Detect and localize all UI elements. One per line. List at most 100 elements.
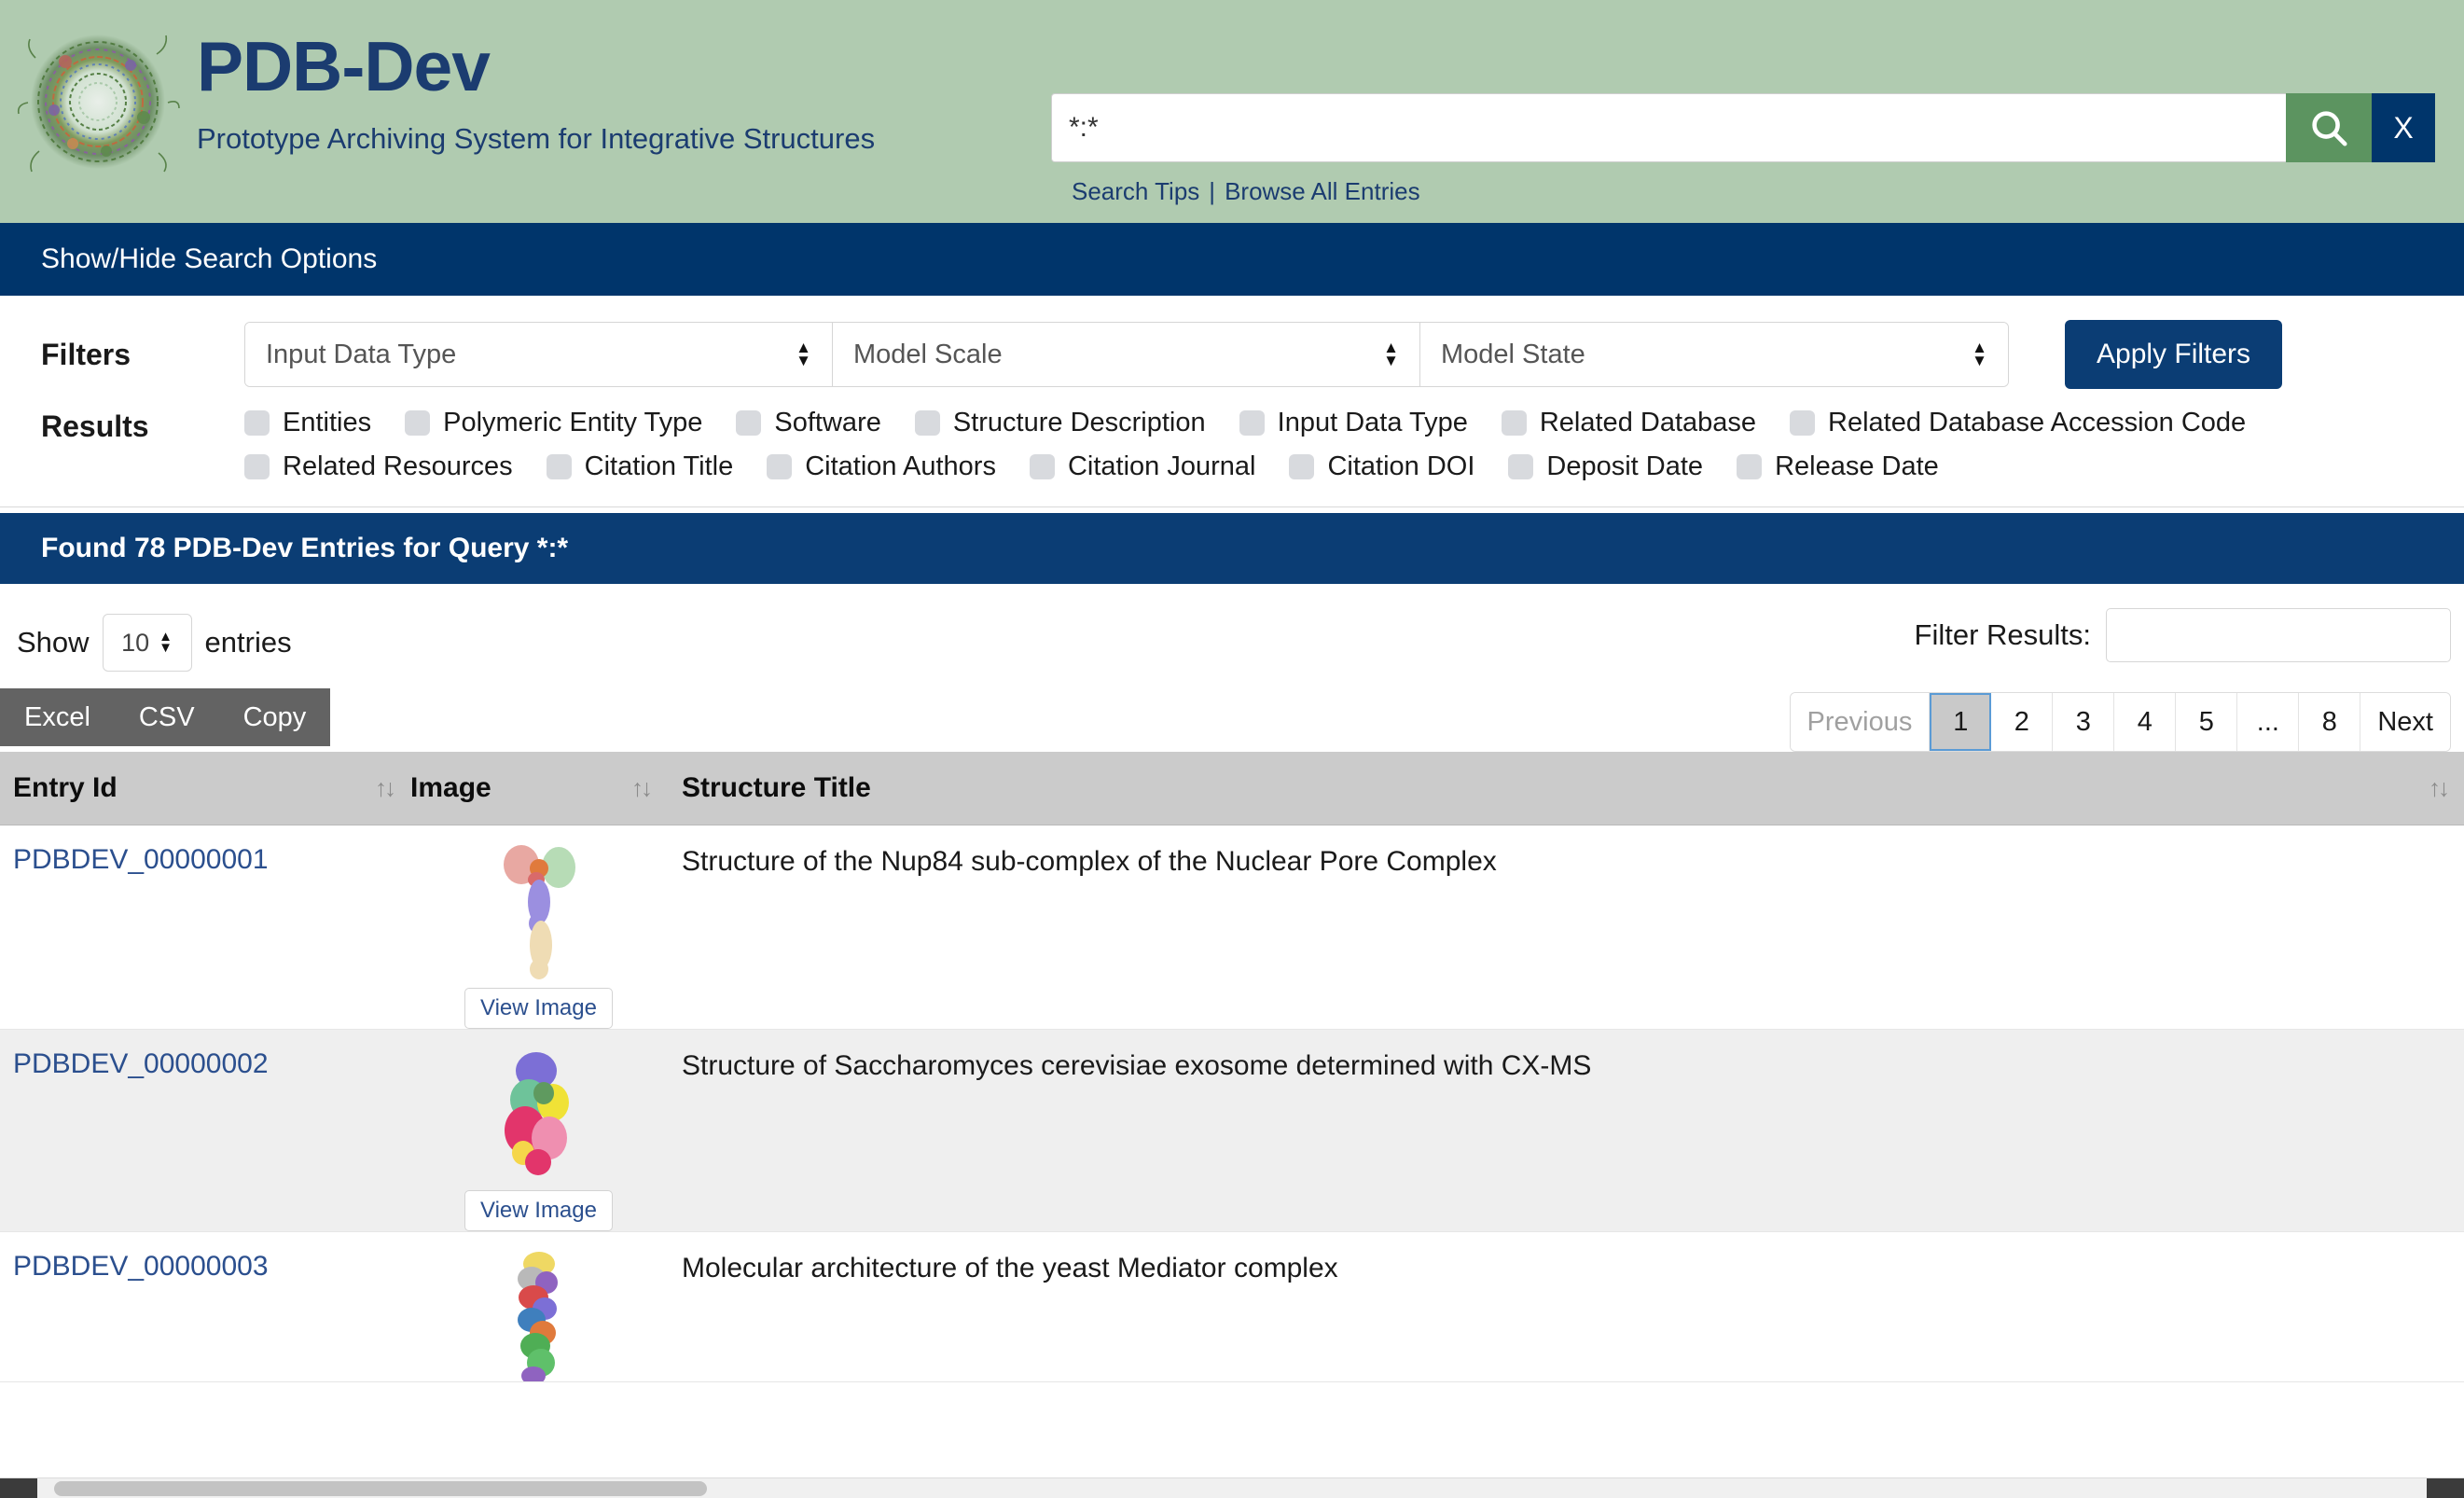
pagination-page-4[interactable]: 4	[2114, 693, 2177, 751]
pagination-page-2[interactable]: 2	[1991, 693, 2054, 751]
entry-id-link[interactable]: PDBDEV_00000002	[13, 1048, 269, 1079]
select-model-scale[interactable]: Model Scale ▲ ▼	[833, 323, 1420, 386]
show-hide-search-options-bar[interactable]: Show/Hide Search Options	[0, 223, 2464, 296]
checkbox-box-icon[interactable]	[244, 410, 270, 436]
entry-id-link[interactable]: PDBDEV_00000001	[13, 844, 269, 875]
results-columns-row: Results Entities Polymeric Entity Type S…	[0, 408, 2464, 482]
checkbox-label: Related Database Accession Code	[1828, 408, 2247, 437]
entry-id-link[interactable]: PDBDEV_00000003	[13, 1251, 269, 1282]
checkbox-box-icon[interactable]	[736, 410, 762, 436]
checkbox-label: Release Date	[1775, 451, 1939, 481]
checkbox-box-icon[interactable]	[1790, 410, 1816, 436]
search-zone: X Search Tips | Browse All Entries	[1051, 93, 2450, 206]
search-submit-button[interactable]	[2286, 93, 2372, 162]
checkbox-citation-doi[interactable]: Citation DOI	[1289, 451, 1474, 482]
checkbox-entities[interactable]: Entities	[244, 408, 371, 438]
select-model-state[interactable]: Model State ▲ ▼	[1420, 323, 2008, 386]
search-tips-link[interactable]: Search Tips	[1072, 177, 1199, 205]
show-label: Show	[17, 626, 90, 659]
checkbox-input-data-type[interactable]: Input Data Type	[1239, 408, 1468, 438]
checkbox-box-icon[interactable]	[914, 410, 940, 436]
column-header-label: Structure Title	[682, 771, 871, 803]
checkbox-software[interactable]: Software	[736, 408, 881, 438]
clear-search-button[interactable]: X	[2372, 93, 2435, 162]
sort-updown-icon[interactable]: ↑↓	[631, 773, 653, 802]
checkbox-box-icon[interactable]	[1501, 410, 1527, 436]
apply-filters-button[interactable]: Apply Filters	[2065, 320, 2283, 389]
checkbox-label: Deposit Date	[1546, 451, 1704, 481]
column-header-label: Entry Id	[13, 771, 118, 803]
checkbox-deposit-date[interactable]: Deposit Date	[1508, 451, 1703, 482]
checkbox-box-icon[interactable]	[405, 410, 431, 436]
chevron-updown-icon: ▲ ▼	[1383, 339, 1399, 369]
checkbox-polymeric-entity-type[interactable]: Polymeric Entity Type	[405, 408, 702, 438]
thumbnail-holder	[410, 1251, 667, 1381]
export-csv-button[interactable]: CSV	[115, 688, 219, 746]
page-length-select[interactable]: 10 ▲ ▼	[102, 614, 192, 672]
cell-image	[410, 1231, 667, 1382]
filter-results-input[interactable]	[2106, 608, 2451, 662]
checkbox-box-icon[interactable]	[1029, 454, 1055, 479]
column-header-image[interactable]: Image ↑↓	[410, 752, 667, 825]
pagination-page-8[interactable]: 8	[2299, 693, 2361, 751]
pagination-previous[interactable]: Previous	[1790, 693, 1931, 751]
brand-text: PDB-Dev Prototype Archiving System for I…	[191, 13, 875, 156]
pagination-ellipsis[interactable]: ...	[2237, 693, 2300, 751]
table-row[interactable]: PDBDEV_00000003 Molecular architecture o…	[0, 1231, 2464, 1382]
checkbox-box-icon[interactable]	[1508, 454, 1534, 479]
checkbox-related-database-accession-code[interactable]: Related Database Accession Code	[1790, 408, 2246, 438]
page-length-value: 10	[121, 628, 150, 657]
select-input-data-type-value: Input Data Type	[266, 339, 457, 369]
view-image-button[interactable]: View Image	[464, 1189, 613, 1231]
horizontal-scrollbar[interactable]	[0, 1477, 2464, 1498]
cell-entry-id: PDBDEV_00000002	[0, 1029, 410, 1232]
search-input[interactable]	[1051, 93, 2286, 162]
checkbox-citation-authors[interactable]: Citation Authors	[767, 451, 996, 482]
export-copy-button[interactable]: Copy	[219, 688, 331, 746]
checkbox-citation-journal[interactable]: Citation Journal	[1029, 451, 1255, 482]
checkbox-box-icon[interactable]	[546, 454, 572, 479]
pagination-page-3[interactable]: 3	[2053, 693, 2115, 751]
sort-updown-icon[interactable]: ↑↓	[2429, 773, 2450, 802]
browse-all-entries-link[interactable]: Browse All Entries	[1225, 177, 1420, 205]
chevron-updown-icon: ▲ ▼	[796, 339, 811, 369]
checkbox-box-icon[interactable]	[767, 454, 793, 479]
checkbox-box-icon[interactable]	[244, 454, 270, 479]
checkbox-box-icon[interactable]	[1737, 454, 1763, 479]
checkbox-label: Citation DOI	[1327, 451, 1475, 481]
cell-image: View Image	[410, 1029, 667, 1232]
results-table: Entry Id ↑↓ Image ↑↓ Structure Title ↑↓ …	[0, 752, 2464, 1382]
pagination: Previous 1 2 3 4 5 ... 8 Next	[1789, 692, 2451, 752]
export-excel-button[interactable]: Excel	[0, 688, 115, 746]
table-row[interactable]: PDBDEV_00000002 View Image Structure of …	[0, 1029, 2464, 1232]
column-header-label: Image	[410, 771, 491, 803]
pagination-page-1[interactable]: 1	[1930, 693, 1992, 751]
filters-label: Filters	[41, 337, 132, 371]
column-header-entry-id[interactable]: Entry Id ↑↓	[0, 752, 410, 825]
checkbox-label: Citation Title	[584, 451, 734, 481]
results-label: Results	[41, 409, 149, 443]
checkbox-label: Input Data Type	[1277, 408, 1468, 437]
checkbox-release-date[interactable]: Release Date	[1737, 451, 1939, 482]
sort-updown-icon[interactable]: ↑↓	[375, 773, 396, 802]
checkbox-box-icon[interactable]	[1289, 454, 1315, 479]
checkbox-label: Entities	[283, 408, 372, 437]
scrollbar-thumb[interactable]	[54, 1481, 707, 1496]
scroll-right-arrow-icon[interactable]	[2427, 1478, 2464, 1498]
checkbox-structure-description[interactable]: Structure Description	[914, 408, 1206, 438]
brand-block: PDB-Dev Prototype Archiving System for I…	[0, 0, 1026, 184]
scroll-left-arrow-icon[interactable]	[0, 1478, 37, 1498]
pagination-next[interactable]: Next	[2360, 693, 2450, 751]
molecular-capsid-logo-icon	[17, 21, 180, 184]
select-model-scale-value: Model Scale	[853, 339, 1003, 369]
checkbox-related-resources[interactable]: Related Resources	[244, 451, 513, 482]
pagination-page-5[interactable]: 5	[2176, 693, 2238, 751]
filter-select-group: Input Data Type ▲ ▼ Model Scale ▲ ▼ Model …	[244, 322, 2009, 387]
checkbox-box-icon[interactable]	[1239, 410, 1265, 436]
view-image-button[interactable]: View Image	[464, 987, 613, 1029]
checkbox-citation-title[interactable]: Citation Title	[546, 451, 734, 482]
table-row[interactable]: PDBDEV_00000001 View Image Structure of …	[0, 825, 2464, 1030]
select-input-data-type[interactable]: Input Data Type ▲ ▼	[245, 323, 833, 386]
checkbox-related-database[interactable]: Related Database	[1501, 408, 1756, 438]
column-header-structure-title[interactable]: Structure Title ↑↓	[667, 752, 2464, 825]
